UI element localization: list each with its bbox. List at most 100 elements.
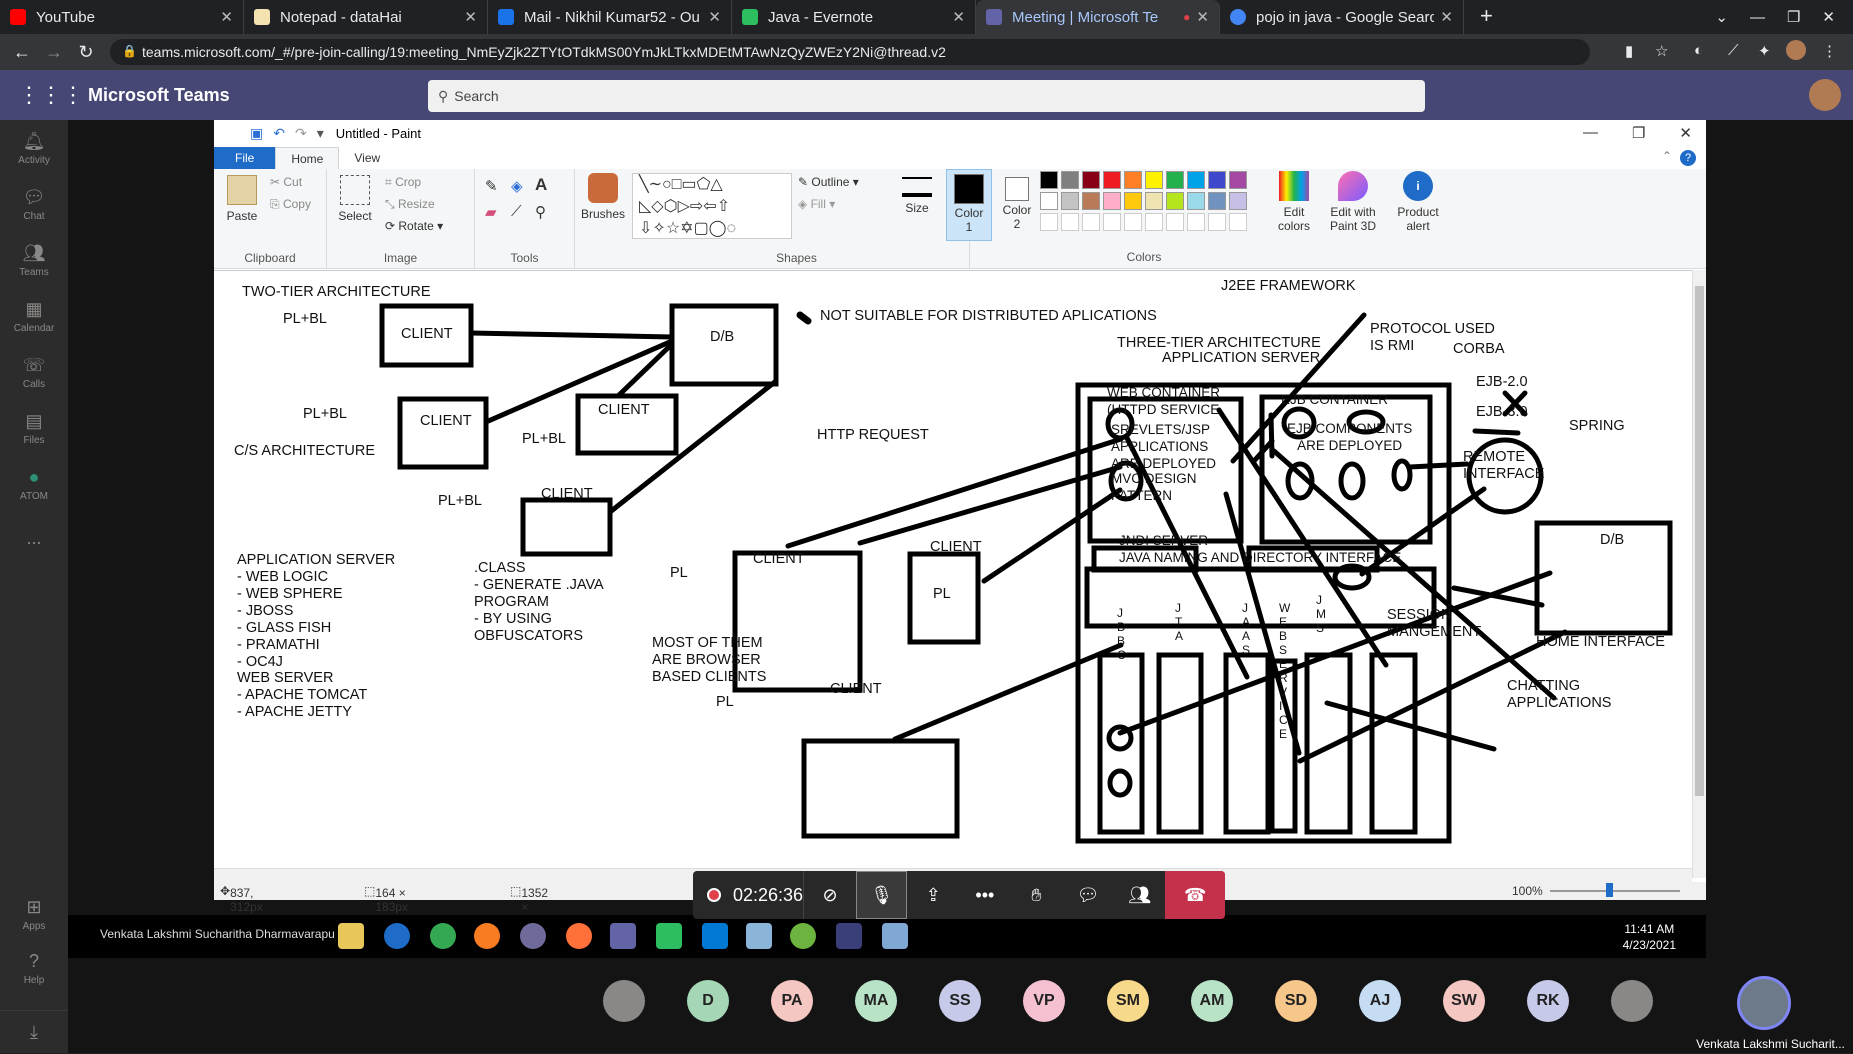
participant-avatar[interactable]: D [687,980,729,1022]
raise-hand-button[interactable]: ✋︎ [1011,871,1063,919]
palette-swatch[interactable] [1103,171,1121,189]
save-icon[interactable]: ▣ [250,125,263,142]
pencil-icon[interactable]: ✎ [485,177,498,195]
browser-tab-evernote[interactable]: Java - Evernote ✕ [732,0,976,34]
participant-avatar[interactable]: MA [855,980,897,1022]
participant-avatar[interactable] [1611,980,1653,1022]
tab-home[interactable]: Home [275,147,340,169]
participant-avatar[interactable] [603,980,645,1022]
eraser-icon[interactable]: ▰ [485,203,497,221]
select-button[interactable]: Select [335,175,375,223]
color-picker-icon[interactable]: ⟋ [511,203,522,220]
search-input[interactable]: ⚲ Search [428,80,1425,112]
edit-colors-button[interactable]: Edit colors [1268,171,1320,233]
participant-avatar[interactable]: PA [771,980,813,1022]
drawing-canvas[interactable]: TWO-TIER ARCHITECTURE PL+BL CLIENT D/B P… [214,270,1706,878]
fill-dropdown[interactable]: ◈ Fill ▾ [798,197,835,211]
browser-tab-mail[interactable]: Mail - Nikhil Kumar52 - Ou ✕ [488,0,732,34]
participants-button[interactable]: 👥︎ [1114,871,1166,919]
camera-blocked-icon[interactable]: ▮ [1625,42,1633,60]
close-icon[interactable]: ✕ [464,8,477,26]
rail-files[interactable]: ▤ Files [0,400,68,456]
participant-avatar[interactable]: SW [1443,980,1485,1022]
palette-swatch[interactable] [1040,192,1058,210]
mic-muted-button[interactable]: 🎙︎ [855,871,908,919]
profile-avatar[interactable] [1786,40,1806,60]
chat-button[interactable]: 💬︎ [1062,871,1114,919]
url-field[interactable]: 🔒 teams.microsoft.com/_#/pre-join-callin… [110,39,1590,65]
bookmark-star-icon[interactable]: ☆ [1655,42,1668,60]
restore-icon[interactable]: ❐ [1787,8,1800,26]
undo-icon[interactable]: ↶ [273,125,285,142]
color2-button[interactable]: Color 2 [996,169,1038,241]
palette-swatch[interactable] [1061,171,1079,189]
hang-up-button[interactable]: ☎ [1165,871,1225,919]
extension-2-icon[interactable]: ⟋ [1728,42,1739,59]
browser-tab-teams[interactable]: Meeting | Microsoft Te ● ✕ [976,0,1220,34]
palette-swatch[interactable] [1229,171,1247,189]
palette-swatch-empty[interactable] [1229,213,1247,231]
shapes-gallery[interactable]: ╲∼○□▭⬠△ ◺◇⬡▷⇨⇦⇧ ⇩✧☆✡▢◯◌ [632,173,792,239]
magnifier-icon[interactable]: ⚲ [535,203,546,221]
paste-button[interactable]: Paste [224,175,260,223]
rail-calls[interactable]: ☏ Calls [0,344,68,400]
text-tool-icon[interactable]: A [535,175,547,195]
palette-swatch[interactable] [1103,192,1121,210]
participant-avatar[interactable]: SM [1107,980,1149,1022]
avatar[interactable] [1809,79,1841,111]
palette-swatch-empty[interactable] [1208,213,1226,231]
size-button[interactable]: Size [890,173,944,215]
app-launcher-icon[interactable]: ⋮⋮⋮ [18,82,84,108]
crop-button[interactable]: ⌗ Crop [385,175,421,190]
share-screen-button[interactable]: ⇪ [907,871,959,919]
palette-swatch-empty[interactable] [1061,213,1079,231]
participant-avatar[interactable]: SS [939,980,981,1022]
color1-button[interactable]: Color 1 [946,169,992,241]
rotate-button[interactable]: ⟳ Rotate ▾ [385,219,443,233]
palette-swatch[interactable] [1187,192,1205,210]
participant-avatar[interactable]: RK [1527,980,1569,1022]
scroll-thumb[interactable] [1695,286,1704,796]
palette-swatch[interactable] [1082,171,1100,189]
close-icon[interactable]: ✕ [1440,8,1453,26]
edit-paint3d-button[interactable]: Edit with Paint 3D [1322,171,1384,233]
browser-tab-notepad[interactable]: Notepad - dataHai ✕ [244,0,488,34]
palette-swatch[interactable] [1145,192,1163,210]
rail-calendar[interactable]: ▦ Calendar [0,288,68,344]
customize-icon[interactable]: ▾ [317,125,324,142]
palette-swatch[interactable] [1187,171,1205,189]
palette-swatch[interactable] [1166,171,1184,189]
palette-swatch[interactable] [1145,171,1163,189]
new-tab-button[interactable]: + [1480,0,1493,34]
palette-swatch[interactable] [1124,171,1142,189]
help-icon[interactable]: ? [1680,150,1696,166]
extension-icon[interactable]: ◐ [1694,42,1703,59]
rail-apps[interactable]: ⊞ Apps [0,886,68,942]
browser-tab-youtube[interactable]: YouTube ✕ [0,0,244,34]
rail-teams[interactable]: 👥︎ Teams [0,232,68,288]
resize-button[interactable]: ⤡ Resize [385,197,435,212]
palette-swatch[interactable] [1166,192,1184,210]
rail-activity[interactable]: 🔔︎ Activity [0,120,68,176]
palette-swatch-empty[interactable] [1187,213,1205,231]
cut-button[interactable]: ✂ Cut [270,175,302,189]
rail-atom[interactable]: ● ATOM [0,456,68,512]
close-icon[interactable]: ✕ [1196,8,1209,26]
participant-avatar[interactable]: SD [1275,980,1317,1022]
rail-chat[interactable]: 💬︎ Chat [0,176,68,232]
close-icon[interactable]: ✕ [1679,124,1692,142]
palette-swatch[interactable] [1208,192,1226,210]
camera-off-button[interactable]: ⊘ [804,871,856,919]
participant-avatar[interactable]: AM [1191,980,1233,1022]
self-video-tile[interactable]: Venkata Lakshmi Sucharit... [1688,970,1853,1053]
menu-dots-icon[interactable]: ⋮ [1822,42,1837,60]
zoom-slider-thumb[interactable] [1606,883,1613,897]
copy-button[interactable]: ⎘ Copy [270,197,311,212]
palette-swatch[interactable] [1124,192,1142,210]
vertical-scrollbar[interactable] [1692,270,1706,878]
palette-swatch-empty[interactable] [1166,213,1184,231]
forward-icon[interactable]: → [38,42,70,63]
fill-bucket-icon[interactable]: ◈ [511,177,523,195]
puzzle-icon[interactable]: ✦ [1758,42,1771,60]
back-icon[interactable]: ← [6,42,38,63]
